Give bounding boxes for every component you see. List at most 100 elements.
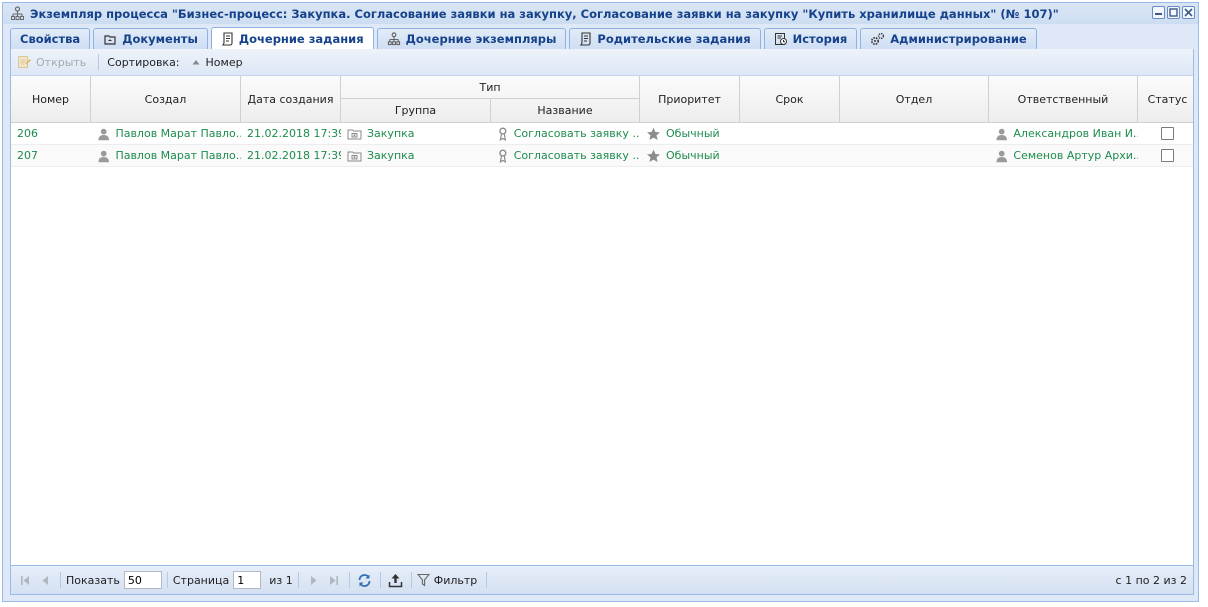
paging-toolbar: Показать Страница из 1 xyxy=(11,565,1193,594)
task-type-icon xyxy=(499,148,507,163)
user-name[interactable]: Семенов Артур Архи... xyxy=(1013,149,1138,162)
sort-by-number-button[interactable]: Номер xyxy=(192,56,243,69)
column-header-number[interactable]: Номер xyxy=(11,76,91,122)
priority-value: Обычный xyxy=(666,127,720,140)
grid-header: Номер Создал Дата создания Тип Группа На… xyxy=(11,76,1193,123)
folder-icon xyxy=(347,129,362,140)
cell-priority: Обычный xyxy=(640,145,740,166)
process-hierarchy-icon xyxy=(11,6,24,20)
toolbar: Открыть Сортировка: Номер xyxy=(11,49,1193,76)
next-page-icon xyxy=(310,575,317,585)
user-icon xyxy=(98,128,109,140)
process-hierarchy-icon xyxy=(387,32,400,46)
cell-group: Закупка xyxy=(341,123,491,144)
filter-label: Фильтр xyxy=(433,573,478,587)
tab-administration[interactable]: Администрирование xyxy=(860,28,1037,49)
previous-page-button[interactable] xyxy=(35,570,55,590)
status-checkbox[interactable] xyxy=(1161,149,1174,162)
cell-created-by: Павлов Марат Павло... xyxy=(91,123,241,144)
records-summary: с 1 по 2 из 2 xyxy=(1115,573,1187,587)
column-header-group[interactable]: Группа xyxy=(341,99,491,122)
open-button[interactable]: Открыть xyxy=(11,52,94,72)
page-number-input[interactable] xyxy=(233,571,262,589)
gears-icon xyxy=(871,32,885,46)
group-link[interactable]: Закупка xyxy=(367,149,415,162)
minimize-button[interactable] xyxy=(1152,6,1165,19)
cell-name: Согласовать заявку ... xyxy=(491,145,640,166)
page-size-label: Показать xyxy=(66,573,120,587)
cell-priority: Обычный xyxy=(640,123,740,144)
window-title: Экземпляр процесса "Бизнес-процесс: Заку… xyxy=(30,7,1059,21)
cell-status xyxy=(1138,123,1197,144)
task-name-link[interactable]: Согласовать заявку ... xyxy=(514,127,640,140)
cell-status xyxy=(1138,145,1197,166)
column-header-department[interactable]: Отдел xyxy=(840,76,989,122)
task-name-link[interactable]: Согласовать заявку ... xyxy=(514,149,640,162)
previous-page-icon xyxy=(42,575,48,585)
column-header-status[interactable]: Статус xyxy=(1138,76,1197,122)
cell-responsible: Семенов Артур Архи... xyxy=(989,145,1138,166)
maximize-button[interactable] xyxy=(1167,6,1180,19)
maximize-icon xyxy=(1169,8,1178,17)
first-page-icon xyxy=(21,575,29,585)
cell-group: Закупка xyxy=(341,145,491,166)
pager-separator xyxy=(379,572,381,588)
tab-history[interactable]: История xyxy=(763,28,858,49)
pager-separator xyxy=(166,572,168,588)
folder-icon xyxy=(347,151,362,162)
last-page-button[interactable] xyxy=(324,570,344,590)
close-button[interactable] xyxy=(1182,6,1195,19)
first-page-button[interactable] xyxy=(15,570,35,590)
title-bar[interactable]: Экземпляр процесса "Бизнес-процесс: Заку… xyxy=(3,3,1198,24)
column-header-deadline[interactable]: Срок xyxy=(740,76,840,122)
process-instance-window: Экземпляр процесса "Бизнес-процесс: Заку… xyxy=(2,2,1199,602)
tab-properties[interactable]: Свойства xyxy=(10,28,91,49)
pager-separator xyxy=(486,572,488,588)
pager-separator xyxy=(348,572,350,588)
tab-label: Родительские задания xyxy=(597,32,751,46)
cell-deadline xyxy=(740,145,840,166)
column-header-name[interactable]: Название xyxy=(491,99,640,122)
tab-label: Свойства xyxy=(20,32,81,46)
user-name[interactable]: Александров Иван И... xyxy=(1013,127,1138,140)
group-link[interactable]: Закупка xyxy=(367,127,415,140)
tab-label: Документы xyxy=(122,32,198,46)
star-icon xyxy=(647,127,660,140)
next-page-button[interactable] xyxy=(304,570,324,590)
cell-created-by: Павлов Марат Павло... xyxy=(91,145,241,166)
filter-icon xyxy=(416,573,430,587)
last-page-icon xyxy=(329,575,338,585)
user-icon xyxy=(98,150,109,162)
refresh-button[interactable] xyxy=(355,570,375,590)
tab-label: Дочерние экземпляры xyxy=(405,32,557,46)
tab-documents[interactable]: Документы xyxy=(93,28,208,49)
documents-icon xyxy=(104,35,116,45)
column-header-created-by[interactable]: Создал xyxy=(91,76,241,122)
cell-name: Согласовать заявку ... xyxy=(491,123,640,144)
priority-value: Обычный xyxy=(666,149,720,162)
export-button[interactable] xyxy=(386,570,406,590)
filter-button[interactable]: Фильтр xyxy=(416,570,482,590)
page-size-input[interactable] xyxy=(123,571,162,589)
pager-separator xyxy=(297,572,299,588)
cell-department xyxy=(840,123,989,144)
page-label: Страница xyxy=(172,573,230,587)
tab-child-instances[interactable]: Дочерние экземпляры xyxy=(376,28,567,49)
table-row[interactable]: 206 Павлов Марат Павло... 21.02.2018 17:… xyxy=(11,123,1193,145)
user-name[interactable]: Павлов Марат Павло... xyxy=(115,149,241,162)
user-name[interactable]: Павлов Марат Павло... xyxy=(115,127,241,140)
tab-child-tasks[interactable]: Дочерние задания xyxy=(210,27,374,49)
column-header-priority[interactable]: Приоритет xyxy=(640,76,740,122)
column-header-created-date[interactable]: Дата создания xyxy=(241,76,341,122)
tab-parent-tasks[interactable]: Родительские задания xyxy=(569,28,761,49)
status-checkbox[interactable] xyxy=(1161,127,1174,140)
cell-number: 206 xyxy=(17,127,38,140)
column-header-responsible[interactable]: Ответственный xyxy=(989,76,1138,122)
tab-label: История xyxy=(792,32,848,46)
table-row[interactable]: 207 Павлов Марат Павло... 21.02.2018 17:… xyxy=(11,145,1193,167)
task-list-icon xyxy=(580,32,591,46)
minimize-icon xyxy=(1155,13,1162,15)
pager-separator xyxy=(410,572,412,588)
cell-number: 207 xyxy=(17,149,38,162)
pager-separator xyxy=(60,572,61,588)
